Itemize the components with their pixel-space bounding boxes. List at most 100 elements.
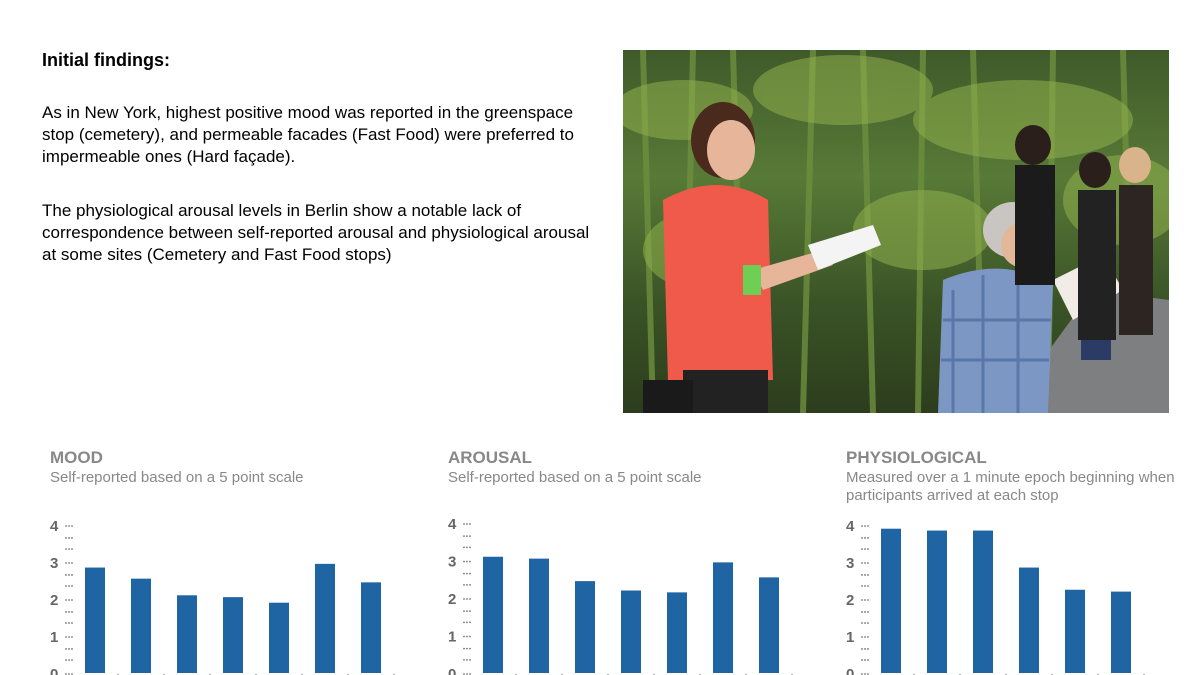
minor-tick-dot: [466, 572, 468, 575]
y-tick-label: 4: [846, 518, 855, 535]
minor-tick-dot: [469, 583, 471, 586]
bar: [177, 595, 197, 673]
minor-tick-dot: [68, 585, 70, 587]
tick-leader-dot: [463, 560, 465, 563]
minor-tick-dot: [463, 658, 465, 661]
minor-tick-dot: [469, 610, 471, 613]
minor-tick-dot: [469, 535, 471, 538]
bar: [483, 556, 503, 673]
bar: [927, 530, 947, 673]
photo-illustration: [623, 50, 1169, 413]
tick-leader-dot: [68, 599, 70, 601]
y-tick-label: 0: [846, 666, 854, 675]
y-tick-label: 3: [448, 554, 456, 571]
y-tick-label: 1: [846, 629, 854, 646]
minor-tick-dot: [861, 537, 863, 539]
tick-leader-dot: [65, 525, 67, 527]
tick-leader-dot: [864, 562, 866, 564]
bar: [529, 558, 549, 673]
minor-tick-dot: [861, 648, 863, 650]
minor-tick-dot: [71, 611, 73, 613]
minor-tick-dot: [463, 572, 465, 575]
y-tick-label: 3: [846, 555, 854, 572]
minor-tick-dot: [466, 621, 468, 624]
tick-leader-dot: [65, 562, 67, 564]
tick-leader-dot: [867, 525, 869, 527]
tick-leader-dot: [466, 598, 468, 600]
minor-tick-dot: [469, 572, 471, 575]
minor-tick-dot: [463, 647, 465, 650]
tick-leader-dot: [867, 599, 869, 601]
minor-tick-dot: [65, 548, 67, 550]
minor-tick-dot: [861, 574, 863, 576]
bar: [85, 567, 105, 673]
minor-tick-dot: [71, 585, 73, 587]
bar: [575, 581, 595, 673]
minor-tick-dot: [867, 537, 869, 539]
minor-tick-dot: [65, 659, 67, 661]
minor-tick-dot: [864, 659, 866, 661]
tick-leader-dot: [469, 523, 471, 525]
minor-tick-dot: [864, 585, 866, 587]
bar: [759, 577, 779, 673]
minor-tick-dot: [469, 647, 471, 650]
findings-paragraph-1: As in New York, highest positive mood wa…: [42, 103, 574, 166]
minor-tick-dot: [864, 537, 866, 539]
bar: [713, 562, 733, 673]
y-tick-label: 1: [50, 629, 58, 646]
y-tick-label: 1: [448, 629, 456, 646]
physiological-chart-svg: 0 1 2 3 4: [846, 518, 1145, 675]
minor-tick-dot: [861, 622, 863, 624]
minor-tick-dot: [68, 659, 70, 661]
tick-leader-dot: [861, 562, 863, 564]
minor-tick-dot: [68, 648, 70, 650]
minor-tick-dot: [861, 548, 863, 550]
bar: [131, 578, 151, 673]
tick-leader-dot: [469, 635, 471, 638]
bar: [1019, 567, 1039, 673]
minor-tick-dot: [71, 622, 73, 624]
minor-tick-dot: [71, 574, 73, 576]
tick-leader-dot: [867, 636, 869, 638]
y-tick-label: 4: [50, 518, 59, 535]
minor-tick-dot: [867, 548, 869, 550]
tick-leader-dot: [466, 635, 468, 638]
minor-tick-dot: [867, 648, 869, 650]
tick-leader-dot: [463, 523, 465, 525]
minor-tick-dot: [463, 621, 465, 624]
bar: [1111, 591, 1131, 673]
arousal-chart-svg: 0 1 2 3 4: [448, 516, 793, 675]
minor-tick-dot: [65, 574, 67, 576]
tick-leader-dot: [463, 635, 465, 638]
field-study-photo: [623, 50, 1169, 413]
tick-leader-dot: [861, 599, 863, 601]
minor-tick-dot: [469, 546, 471, 549]
tick-leader-dot: [864, 636, 866, 638]
minor-tick-dot: [864, 548, 866, 550]
bar: [621, 590, 641, 673]
minor-tick-dot: [65, 622, 67, 624]
minor-tick-dot: [68, 548, 70, 550]
bar: [315, 563, 335, 673]
y-tick-label: 3: [50, 555, 58, 572]
tick-leader-dot: [466, 560, 468, 563]
minor-tick-dot: [71, 537, 73, 539]
minor-tick-dot: [867, 574, 869, 576]
tick-leader-dot: [71, 599, 73, 601]
y-tick-label: 2: [846, 592, 854, 609]
minor-tick-dot: [466, 610, 468, 613]
minor-tick-dot: [466, 546, 468, 549]
minor-tick-dot: [864, 611, 866, 613]
findings-paragraph-2: The physiological arousal levels in Berl…: [42, 201, 590, 264]
minor-tick-dot: [864, 622, 866, 624]
minor-tick-dot: [861, 585, 863, 587]
tick-leader-dot: [65, 636, 67, 638]
minor-tick-dot: [867, 659, 869, 661]
minor-tick-dot: [463, 583, 465, 586]
minor-tick-dot: [463, 546, 465, 549]
minor-tick-dot: [65, 611, 67, 613]
arousal-chart: AROUSAL Self-reported based on a 5 point…: [448, 448, 828, 675]
minor-tick-dot: [867, 611, 869, 613]
tick-leader-dot: [864, 599, 866, 601]
physiological-chart: PHYSIOLOGICAL Measured over a 1 minute e…: [846, 448, 1200, 675]
